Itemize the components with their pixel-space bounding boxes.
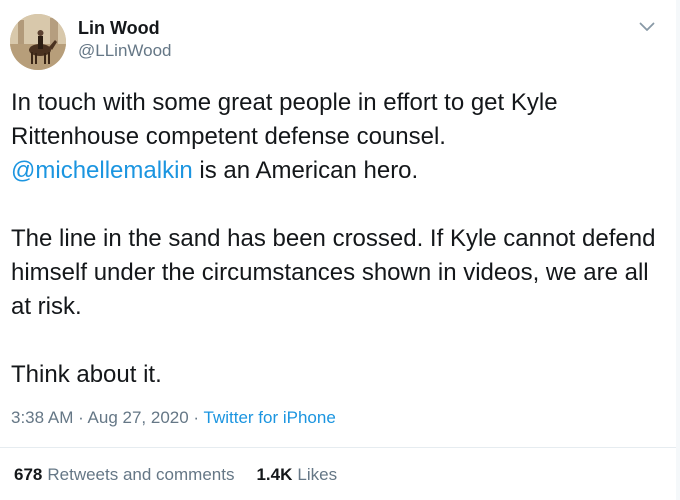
likes-count: 1.4K (256, 465, 293, 484)
screenshot-edge (676, 0, 680, 500)
likes-stat[interactable]: 1.4K Likes (256, 465, 337, 484)
tweet-text-line: Rittenhouse competent defense counsel. (11, 123, 446, 150)
separator-dot: · (188, 408, 204, 427)
avatar[interactable] (10, 14, 66, 70)
chevron-down-icon[interactable] (634, 14, 660, 40)
likes-label: Likes (297, 465, 338, 484)
tweet-card: Lin Wood @LLinWood In touch with some gr… (0, 0, 680, 500)
tweet-text-line: is an American hero. (192, 157, 419, 184)
tweet-time[interactable]: 3:38 AM (11, 408, 73, 427)
tweet-paragraph: The line in the sand has been crossed. I… (11, 225, 656, 320)
author-handle[interactable]: @LLinWood (78, 41, 172, 61)
tweet-paragraph: In touch with some great people in effor… (11, 86, 666, 188)
tweet-source-link[interactable]: Twitter for iPhone (204, 408, 336, 427)
tweet-text-line: In touch with some great people in effor… (11, 89, 558, 116)
separator-dot: · (73, 408, 88, 427)
tweet-stats: 678 Retweets and comments 1.4K Likes (14, 465, 337, 485)
mention-link[interactable]: @michellemalkin (11, 157, 193, 184)
author-display-name[interactable]: Lin Wood (78, 18, 160, 39)
tweet-paragraph: Think about it. (11, 361, 162, 388)
tweet-text: In touch with some great people in effor… (11, 86, 666, 392)
retweets-stat[interactable]: 678 Retweets and comments (14, 465, 234, 484)
retweets-label: Retweets and comments (47, 465, 235, 484)
tweet-metadata: 3:38 AM · Aug 27, 2020 · Twitter for iPh… (11, 408, 336, 428)
divider (0, 447, 676, 448)
retweets-count: 678 (14, 465, 43, 484)
tweet-date[interactable]: Aug 27, 2020 (88, 408, 189, 427)
